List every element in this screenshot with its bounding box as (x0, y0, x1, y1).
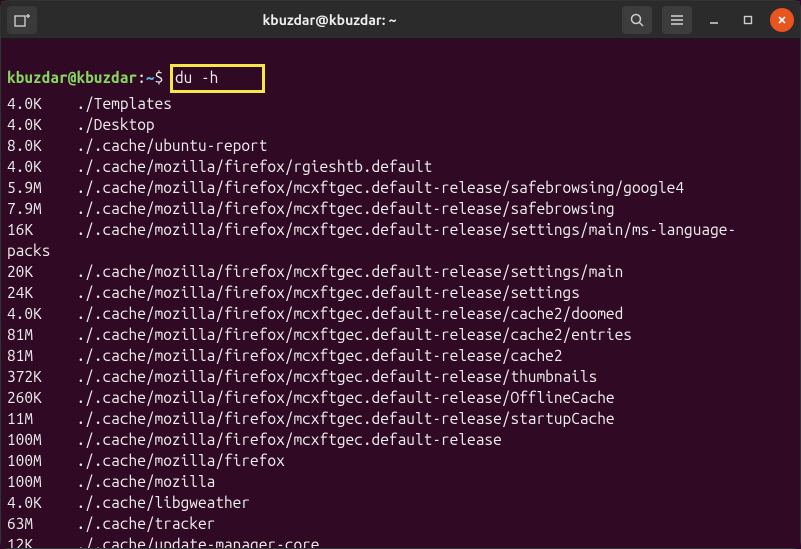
output-row: 81M ./.cache/mozilla/firefox/mcxftgec.de… (7, 345, 794, 366)
titlebar: kbuzdar@kbuzdar: ~ (1, 1, 800, 39)
search-button[interactable] (622, 6, 652, 34)
output-row: 100M ./.cache/mozilla/firefox/mcxftgec.d… (7, 429, 794, 450)
menu-button[interactable] (662, 6, 692, 34)
titlebar-left (7, 6, 37, 34)
output-row: 4.0K ./Desktop (7, 114, 794, 135)
output-row: 12K ./.cache/update-manager-core (7, 534, 794, 548)
output-row: 372K ./.cache/mozilla/firefox/mcxftgec.d… (7, 366, 794, 387)
output-row: packs (7, 240, 794, 261)
minimize-icon (709, 15, 719, 25)
hamburger-icon (670, 14, 684, 26)
search-icon (630, 13, 644, 27)
command-text: du -h (175, 69, 218, 86)
output-row: 4.0K ./.cache/libgweather (7, 492, 794, 513)
output-row: 260K ./.cache/mozilla/firefox/mcxftgec.d… (7, 387, 794, 408)
output-row: 7.9M ./.cache/mozilla/firefox/mcxftgec.d… (7, 198, 794, 219)
output-row: 24K ./.cache/mozilla/firefox/mcxftgec.de… (7, 282, 794, 303)
minimize-button[interactable] (702, 8, 726, 32)
output-row: 11M ./.cache/mozilla/firefox/mcxftgec.de… (7, 408, 794, 429)
output-row: 63M ./.cache/tracker (7, 513, 794, 534)
close-button[interactable] (770, 8, 794, 32)
prompt-dollar: $ (155, 69, 164, 86)
prompt-user-host: kbuzdar@kbuzdar (7, 69, 137, 86)
prompt-line: kbuzdar@kbuzdar:~$ du -h (7, 64, 794, 93)
command-highlight: du -h (170, 64, 265, 93)
maximize-button[interactable] (736, 8, 760, 32)
maximize-icon (743, 15, 753, 25)
output-row: 8.0K ./.cache/ubuntu-report (7, 135, 794, 156)
terminal-body[interactable]: kbuzdar@kbuzdar:~$ du -h4.0K ./Templates… (1, 39, 800, 548)
new-tab-icon (14, 13, 30, 27)
close-icon (777, 15, 787, 25)
prompt-colon: : (137, 69, 146, 86)
output-row: 4.0K ./Templates (7, 93, 794, 114)
output-row: 16K ./.cache/mozilla/firefox/mcxftgec.de… (7, 219, 794, 240)
titlebar-right (622, 6, 794, 34)
output-row: 4.0K ./.cache/mozilla/firefox/rgieshtb.d… (7, 156, 794, 177)
output-row: 81M ./.cache/mozilla/firefox/mcxftgec.de… (7, 324, 794, 345)
new-tab-button[interactable] (7, 6, 37, 34)
prompt-path: ~ (146, 69, 155, 86)
output-row: 5.9M ./.cache/mozilla/firefox/mcxftgec.d… (7, 177, 794, 198)
window-title: kbuzdar@kbuzdar: ~ (37, 12, 622, 28)
output-row: 4.0K ./.cache/mozilla/firefox/mcxftgec.d… (7, 303, 794, 324)
output-row: 100M ./.cache/mozilla/firefox (7, 450, 794, 471)
output-row: 100M ./.cache/mozilla (7, 471, 794, 492)
output-area: 4.0K ./Templates4.0K ./Desktop8.0K ./.ca… (7, 93, 794, 548)
output-row: 20K ./.cache/mozilla/firefox/mcxftgec.de… (7, 261, 794, 282)
